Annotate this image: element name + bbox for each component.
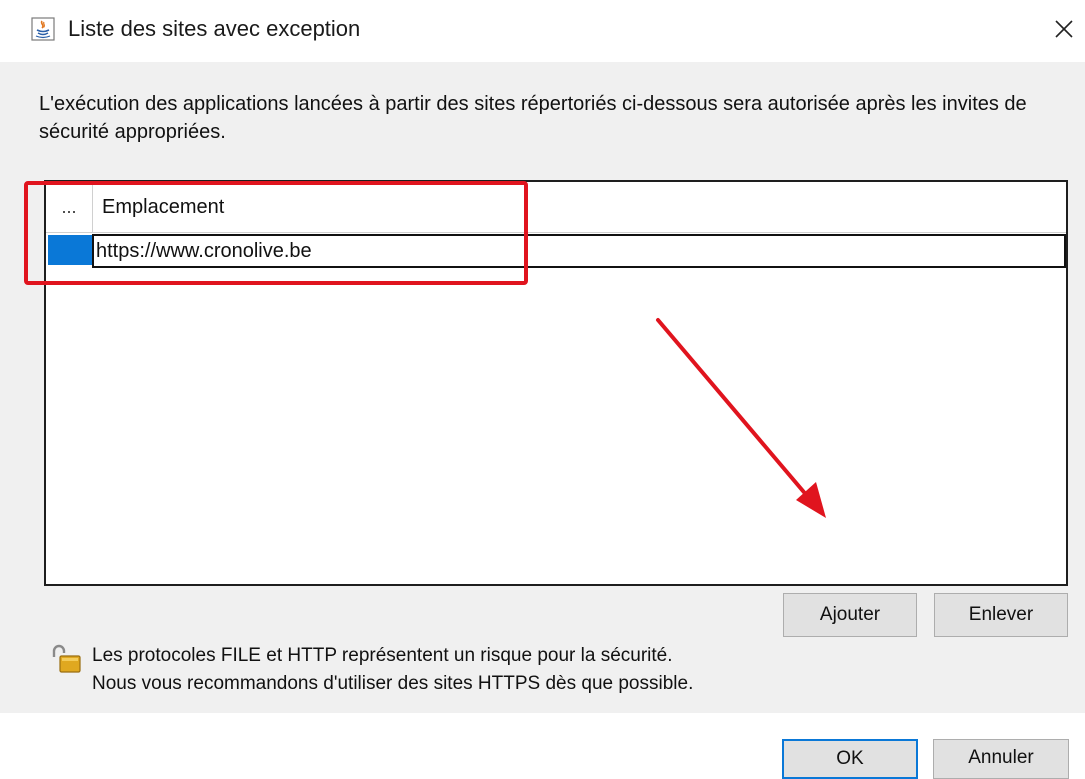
remove-button[interactable]: Enlever bbox=[934, 593, 1068, 637]
add-button[interactable]: Ajouter bbox=[783, 593, 917, 637]
cancel-button[interactable]: Annuler bbox=[933, 739, 1069, 779]
title-bar: Liste des sites avec exception bbox=[0, 0, 1085, 62]
warning-line-2: Nous vous recommandons d'utiliser des si… bbox=[92, 673, 694, 694]
location-cell-input[interactable] bbox=[92, 234, 1066, 268]
exception-site-list-dialog: Liste des sites avec exception L'exécuti… bbox=[0, 0, 1085, 779]
table-header: ... Emplacement bbox=[46, 182, 1066, 233]
column-header-menu[interactable]: ... bbox=[46, 182, 93, 232]
ok-button[interactable]: OK bbox=[782, 739, 918, 779]
unlocked-padlock-icon bbox=[52, 644, 81, 673]
column-header-location[interactable]: Emplacement bbox=[102, 182, 224, 232]
sites-table[interactable]: ... Emplacement bbox=[44, 180, 1068, 586]
warning-line-1: Les protocoles FILE et HTTP représentent… bbox=[92, 645, 673, 666]
security-warning: Les protocoles FILE et HTTP représentent… bbox=[92, 642, 693, 698]
description-text: L'exécution des applications lancées à p… bbox=[39, 93, 1027, 143]
table-row[interactable] bbox=[46, 234, 1066, 268]
row-selection-indicator[interactable] bbox=[48, 235, 92, 265]
dialog-title: Liste des sites avec exception bbox=[68, 16, 361, 41]
dialog-content: L'exécution des applications lancées à p… bbox=[0, 62, 1085, 779]
java-icon bbox=[31, 17, 55, 41]
close-icon[interactable] bbox=[1049, 14, 1079, 44]
